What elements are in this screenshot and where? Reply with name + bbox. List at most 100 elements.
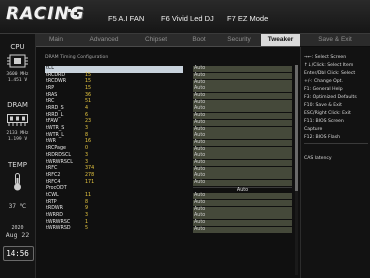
- timing-row[interactable]: tRC 51 Auto: [45, 99, 294, 106]
- section-title: DRAM Timing Configuration: [45, 55, 109, 60]
- cpu-icon: [7, 54, 28, 68]
- scrollbar-thumb[interactable]: [295, 65, 298, 191]
- temp-value: 37 ℃: [8, 203, 27, 210]
- timing-row[interactable]: tRFC 374 Auto: [45, 166, 294, 173]
- vivid-led-dj-key[interactable]: F6 Vivid Led DJ: [161, 14, 214, 23]
- timing-setting-field[interactable]: Auto: [193, 93, 292, 100]
- help-divider: [304, 143, 368, 144]
- help-panel: →←: Select Screen ↑↓/Click: Select Item En…: [300, 47, 370, 278]
- tab-security[interactable]: Security: [218, 34, 260, 46]
- timing-row[interactable]: tRFC4 171 Auto: [45, 180, 294, 187]
- help-line: F10: Save & Exit: [304, 103, 342, 108]
- tab-advanced[interactable]: Advanced: [77, 34, 131, 46]
- timing-row[interactable]: tWR 16 Auto: [45, 139, 294, 146]
- timing-row[interactable]: tRFC2 278 Auto: [45, 173, 294, 180]
- dram-timing-panel: DRAM Timing Configuration tCL Auto tRCDRD 1…: [36, 47, 300, 278]
- timing-row[interactable]: tRRD_S 4 Auto: [45, 106, 294, 113]
- timing-row[interactable]: tRTP 8 Auto: [45, 200, 294, 207]
- timing-label: tCWL: [46, 192, 59, 198]
- timing-setting-field[interactable]: Auto: [193, 86, 292, 93]
- timing-row[interactable]: tRCDWR 15 Auto: [45, 79, 294, 86]
- main-tabs: Main Advanced Chipset Boot Security Twea…: [36, 34, 300, 47]
- item-description: CAS latency: [304, 156, 332, 161]
- timing-setting-field[interactable]: Auto: [193, 166, 292, 173]
- timing-current-value: 3: [85, 152, 89, 158]
- timing-label: tWRWRSD: [46, 226, 71, 232]
- help-line: F11: BIOS Screen: [304, 119, 344, 124]
- help-line: Capture: [304, 127, 323, 132]
- tab-tweaker[interactable]: Tweaker: [261, 34, 300, 46]
- timing-setting-field[interactable]: Auto: [193, 126, 292, 133]
- timing-row[interactable]: tRCDRD 15 Auto: [45, 73, 294, 80]
- timing-setting-field[interactable]: Auto: [193, 113, 292, 120]
- timing-row[interactable]: tWRWRSCL 3 Auto: [45, 160, 294, 167]
- help-line: F1: General Help: [304, 87, 343, 92]
- timing-row[interactable]: tRP 15 Auto: [45, 86, 294, 93]
- timing-row[interactable]: tWTR_L 8 Auto: [45, 133, 294, 140]
- help-line: ↑↓/Click: Select Item: [304, 63, 354, 68]
- timing-label: tWTR_S: [46, 126, 65, 132]
- timing-row[interactable]: tRCPage 0 Auto: [45, 146, 294, 153]
- help-line: F12: BIOS Flash: [304, 135, 341, 140]
- timing-setting-field[interactable]: Auto: [193, 99, 292, 106]
- timing-setting-field[interactable]: Auto: [193, 79, 292, 86]
- timing-setting-field[interactable]: Auto: [193, 119, 292, 126]
- thermometer-icon: [14, 173, 21, 191]
- help-line: →←: Select Screen: [304, 55, 347, 60]
- timing-row[interactable]: tFAW 23 Auto: [45, 119, 294, 126]
- tab-chipset[interactable]: Chipset: [132, 34, 180, 46]
- timing-row[interactable]: tWRWRSC 1 Auto: [45, 220, 294, 227]
- timing-setting-field[interactable]: Auto: [193, 206, 292, 213]
- temp-label: TEMP: [8, 161, 27, 169]
- timing-setting-field[interactable]: Auto: [193, 66, 292, 73]
- timing-setting-field[interactable]: Auto: [193, 139, 292, 146]
- ez-mode-key[interactable]: F7 EZ Mode: [227, 14, 268, 23]
- tab-boot[interactable]: Boot: [181, 34, 217, 46]
- timing-row[interactable]: ProcODT Auto: [45, 186, 294, 194]
- timing-setting-field[interactable]: Auto: [193, 133, 292, 140]
- timing-setting-field[interactable]: Auto: [193, 153, 292, 160]
- timing-setting-field[interactable]: Auto: [193, 73, 292, 80]
- dram-label: DRAM: [7, 101, 28, 109]
- timing-row[interactable]: tCL Auto: [45, 66, 294, 73]
- top-bar: RACING F5 A.I FAN F6 Vivid Led DJ F7 EZ …: [0, 0, 370, 34]
- timing-row[interactable]: tRAS 36 Auto: [45, 93, 294, 100]
- cpu-frequency: 3600 MHz: [6, 72, 29, 77]
- timing-row[interactable]: tRDWR 9 Auto: [45, 206, 294, 213]
- timing-setting-field[interactable]: Auto: [193, 179, 292, 186]
- timing-setting-field[interactable]: Auto: [193, 146, 292, 153]
- timing-current-value: 3: [85, 126, 89, 132]
- timing-row[interactable]: tWRWRSD 5 Auto: [45, 226, 294, 233]
- timing-current-value: 171: [85, 179, 95, 185]
- help-line: +/-: Change Opt.: [304, 79, 343, 84]
- timing-label: tRDWR: [46, 206, 63, 212]
- date-day: Aug 22: [5, 231, 30, 239]
- timing-setting-field[interactable]: Auto: [193, 199, 292, 206]
- timing-row[interactable]: tCWL 11 Auto: [45, 193, 294, 200]
- timing-setting-field[interactable]: Auto: [193, 159, 292, 166]
- tab-save-exit[interactable]: Save & Exit: [300, 34, 370, 46]
- timing-current-value: 11: [85, 192, 92, 198]
- status-sidebar: CPU 3600 MHz 1.451 V DRAM 2133 MHz 1.199…: [0, 34, 36, 278]
- dram-voltage: 1.199 V: [7, 137, 28, 142]
- timing-setting-field[interactable]: Auto: [193, 226, 292, 233]
- timing-label: tRFC: [46, 166, 58, 172]
- ai-fan-key[interactable]: F5 A.I FAN: [108, 14, 144, 23]
- timing-setting-field[interactable]: Auto: [193, 220, 292, 227]
- timing-setting-field[interactable]: Auto: [193, 193, 292, 200]
- timing-setting-field[interactable]: Auto: [193, 213, 292, 220]
- timing-row[interactable]: tRDRDSCL 3 Auto: [45, 153, 294, 160]
- cpu-label: CPU: [10, 43, 25, 51]
- timing-row[interactable]: tRRD_L 6 Auto: [45, 113, 294, 120]
- timing-setting-field[interactable]: Auto: [193, 173, 292, 180]
- help-line: ESC/Right Click: Exit: [304, 111, 351, 116]
- selection-highlight: [45, 66, 183, 73]
- timing-label: tRP: [46, 86, 55, 92]
- timing-current-value: 5: [85, 226, 89, 232]
- tab-main[interactable]: Main: [36, 34, 76, 46]
- dram-frequency: 2133 MHz: [6, 131, 29, 136]
- timing-row[interactable]: tWRRD 3 Auto: [45, 213, 294, 220]
- help-line: F3: Optimized Defaults: [304, 95, 357, 100]
- timing-setting-field[interactable]: Auto: [193, 106, 292, 113]
- timing-row[interactable]: tWTR_S 3 Auto: [45, 126, 294, 133]
